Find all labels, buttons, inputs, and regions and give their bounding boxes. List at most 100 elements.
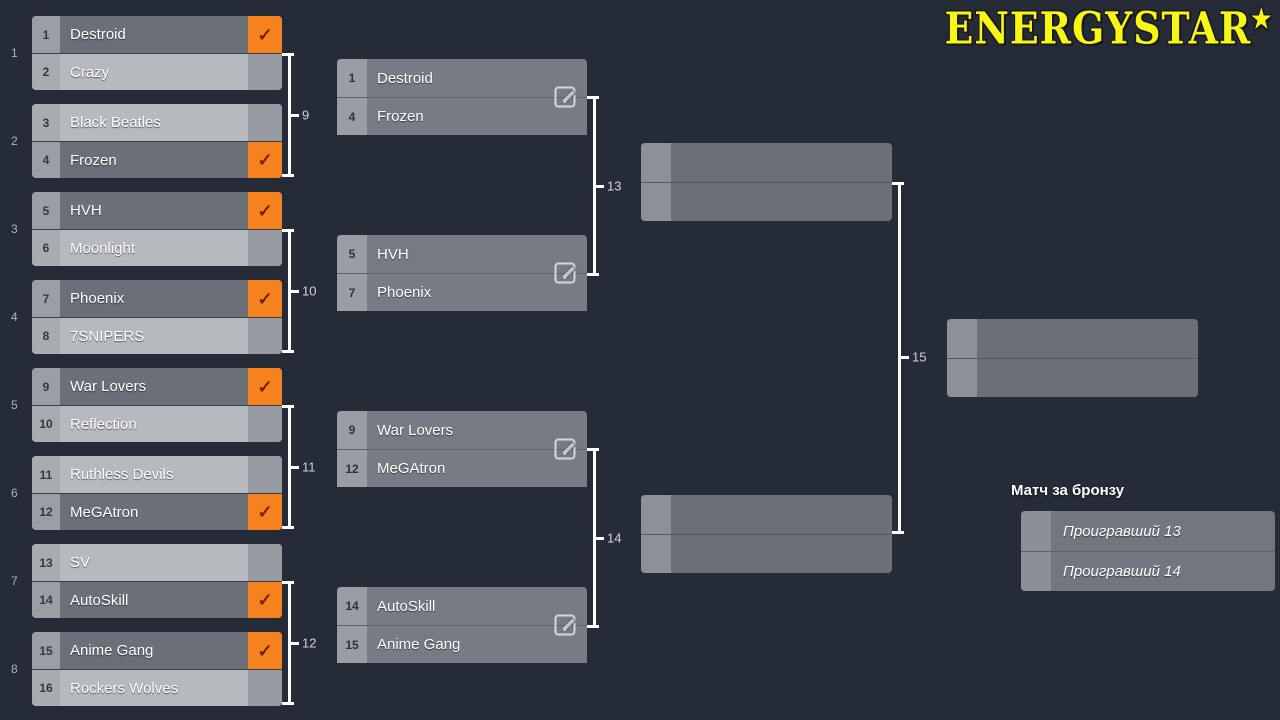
match-row[interactable]: 10 Reflection xyxy=(32,405,282,442)
winner-check-box[interactable] xyxy=(248,406,282,442)
match-row[interactable] xyxy=(641,143,892,182)
match-row[interactable]: 4 Frozen ✓ xyxy=(32,141,282,178)
match-row[interactable]: 9 War Lovers xyxy=(337,411,587,449)
match-row[interactable]: 7 Phoenix xyxy=(337,273,587,311)
match-row[interactable] xyxy=(641,495,892,534)
winner-check-box[interactable]: ✓ xyxy=(248,16,282,53)
match-row[interactable]: 15 Anime Gang xyxy=(337,625,587,663)
match-row[interactable]: 12 MeGAtron xyxy=(337,449,587,487)
winner-check-box[interactable] xyxy=(248,104,282,141)
match-row[interactable]: 9 War Lovers ✓ xyxy=(32,368,282,405)
match-row[interactable]: 7 Phoenix ✓ xyxy=(32,280,282,317)
seed-number: 6 xyxy=(32,230,60,266)
match-row[interactable]: 5 HVH ✓ xyxy=(32,192,282,229)
match-row[interactable]: 12 MeGAtron ✓ xyxy=(32,493,282,530)
match-r1-5[interactable]: 9 War Lovers ✓ 10 Reflection xyxy=(32,368,282,442)
match-row[interactable]: 2 Crazy xyxy=(32,53,282,90)
seed-number: 1 xyxy=(337,59,367,97)
seed-number: 4 xyxy=(337,98,367,135)
match-row[interactable]: 16 Rockers Wolves xyxy=(32,669,282,706)
connector-label: 15 xyxy=(912,349,927,365)
winner-check-box[interactable]: ✓ xyxy=(248,368,282,405)
match-row[interactable]: 6 Moonlight xyxy=(32,229,282,266)
match-row[interactable]: 13 SV xyxy=(32,544,282,581)
edit-pencil-icon[interactable] xyxy=(553,612,579,638)
team-name: Frozen xyxy=(377,108,424,125)
match-r1-3[interactable]: 5 HVH ✓ 6 Moonlight xyxy=(32,192,282,266)
edit-pencil-icon[interactable] xyxy=(553,84,579,110)
seed-number: 14 xyxy=(32,582,60,618)
check-icon: ✓ xyxy=(257,24,273,45)
match-index-8: 8 xyxy=(11,662,18,676)
winner-check-box[interactable]: ✓ xyxy=(248,582,282,618)
winner-check-box[interactable] xyxy=(248,230,282,266)
match-row[interactable]: 3 Black Beatles xyxy=(32,104,282,141)
team-name: MeGAtron xyxy=(377,460,446,477)
edit-pencil-icon[interactable] xyxy=(553,260,579,286)
bronze-match[interactable]: Проигравший 13 Проигравший 14 xyxy=(1021,511,1275,591)
check-icon: ✓ xyxy=(257,590,273,610)
edit-pencil-icon[interactable] xyxy=(553,436,579,462)
match-row[interactable]: Проигравший 13 xyxy=(1021,511,1275,551)
match-r1-2[interactable]: 3 Black Beatles 4 Frozen ✓ xyxy=(32,104,282,178)
match-r1-6[interactable]: 11 Ruthless Devils 12 MeGAtron ✓ xyxy=(32,456,282,530)
match-row[interactable] xyxy=(947,319,1198,358)
match-row[interactable]: 5 HVH xyxy=(337,235,587,273)
match-r2-12[interactable]: 14 AutoSkill 15 Anime Gang xyxy=(337,587,587,663)
match-r1-1[interactable]: 1 Destroid ✓ 2 Crazy xyxy=(32,16,282,90)
match-r2-10[interactable]: 5 HVH 7 Phoenix xyxy=(337,235,587,311)
winner-check-box[interactable]: ✓ xyxy=(248,142,282,178)
team-name: HVH xyxy=(70,202,102,219)
connector-label: 10 xyxy=(302,283,317,299)
match-r1-7[interactable]: 13 SV 14 AutoSkill ✓ xyxy=(32,544,282,618)
match-r3-14[interactable] xyxy=(641,495,892,573)
match-index-5: 5 xyxy=(11,398,18,412)
seed-number: 7 xyxy=(337,274,367,311)
match-r3-13[interactable] xyxy=(641,143,892,221)
winner-check-box[interactable]: ✓ xyxy=(248,494,282,530)
winner-check-box[interactable] xyxy=(248,318,282,354)
match-final-15[interactable] xyxy=(947,319,1198,397)
seed-number: 5 xyxy=(337,235,367,273)
winner-check-box[interactable] xyxy=(248,670,282,706)
match-row[interactable]: 1 Destroid xyxy=(337,59,587,97)
seed-number xyxy=(641,495,671,534)
logo-text: ENERGYSTAR xyxy=(943,1,1251,55)
match-row[interactable]: 14 AutoSkill xyxy=(337,587,587,625)
match-r2-9[interactable]: 1 Destroid 4 Frozen xyxy=(337,59,587,135)
logo-star-icon: ★ xyxy=(1250,3,1272,36)
match-row[interactable]: 11 Ruthless Devils xyxy=(32,456,282,493)
match-row[interactable]: 14 AutoSkill ✓ xyxy=(32,581,282,618)
winner-check-box[interactable] xyxy=(248,456,282,493)
winner-check-box[interactable] xyxy=(248,54,282,90)
check-icon: ✓ xyxy=(257,200,273,221)
connector-label: 11 xyxy=(302,459,316,475)
team-name: MeGAtron xyxy=(70,503,139,521)
connector-label: 14 xyxy=(607,530,622,546)
seed-number xyxy=(947,319,977,358)
match-row[interactable]: 8 7SNIPERS xyxy=(32,317,282,354)
match-r1-4[interactable]: 7 Phoenix ✓ 8 7SNIPERS xyxy=(32,280,282,354)
team-name: War Lovers xyxy=(70,378,147,395)
match-row[interactable] xyxy=(947,358,1198,397)
team-name: AutoSkill xyxy=(70,591,129,609)
match-row[interactable]: 4 Frozen xyxy=(337,97,587,135)
seed-number: 9 xyxy=(32,368,60,405)
seed-number: 15 xyxy=(337,626,367,663)
match-row[interactable]: 15 Anime Gang ✓ xyxy=(32,632,282,669)
match-row[interactable] xyxy=(641,182,892,221)
winner-check-box[interactable]: ✓ xyxy=(248,280,282,317)
winner-check-box[interactable] xyxy=(248,544,282,581)
team-name: 7SNIPERS xyxy=(70,327,145,345)
winner-check-box[interactable]: ✓ xyxy=(248,192,282,229)
match-row[interactable]: Проигравший 14 xyxy=(1021,551,1275,591)
check-icon: ✓ xyxy=(257,640,273,661)
connector-label: 13 xyxy=(607,178,622,194)
match-row[interactable]: 1 Destroid ✓ xyxy=(32,16,282,53)
seed-number: 8 xyxy=(32,318,60,354)
match-r1-8[interactable]: 15 Anime Gang ✓ 16 Rockers Wolves xyxy=(32,632,282,706)
winner-check-box[interactable]: ✓ xyxy=(248,632,282,669)
match-row[interactable] xyxy=(641,534,892,573)
match-r2-11[interactable]: 9 War Lovers 12 MeGAtron xyxy=(337,411,587,487)
seed-number: 13 xyxy=(32,544,60,581)
